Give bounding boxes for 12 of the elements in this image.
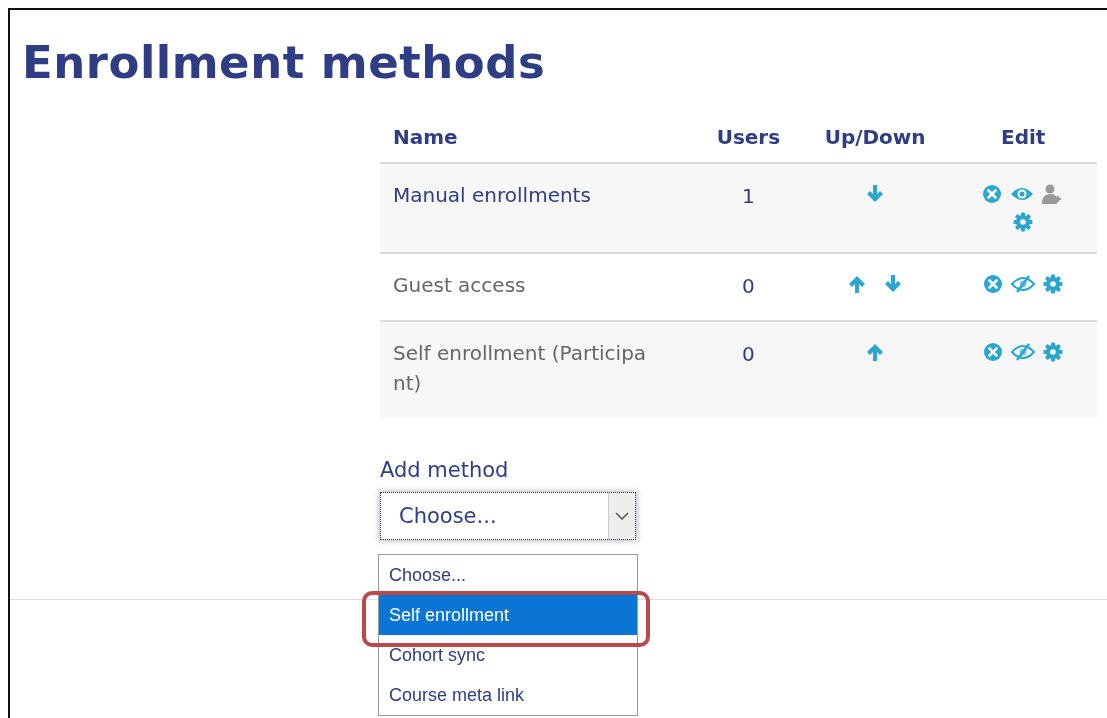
users-count: 1 — [742, 184, 755, 208]
option-item[interactable]: Cohort sync — [379, 635, 637, 675]
users-count: 0 — [742, 342, 755, 366]
method-select[interactable]: Choose... — [380, 492, 636, 540]
option-item[interactable]: Course meta link — [379, 675, 637, 715]
option-item[interactable]: Choose... — [379, 555, 637, 595]
add-method-label: Add method — [380, 458, 509, 482]
method-name: Self enrollment (Participant) — [393, 340, 648, 397]
option-item[interactable]: Self enrollment — [379, 595, 637, 635]
page-title: Enrollment methods — [22, 36, 547, 89]
users-count: 0 — [742, 274, 755, 298]
method-name: Guest access — [393, 272, 527, 299]
